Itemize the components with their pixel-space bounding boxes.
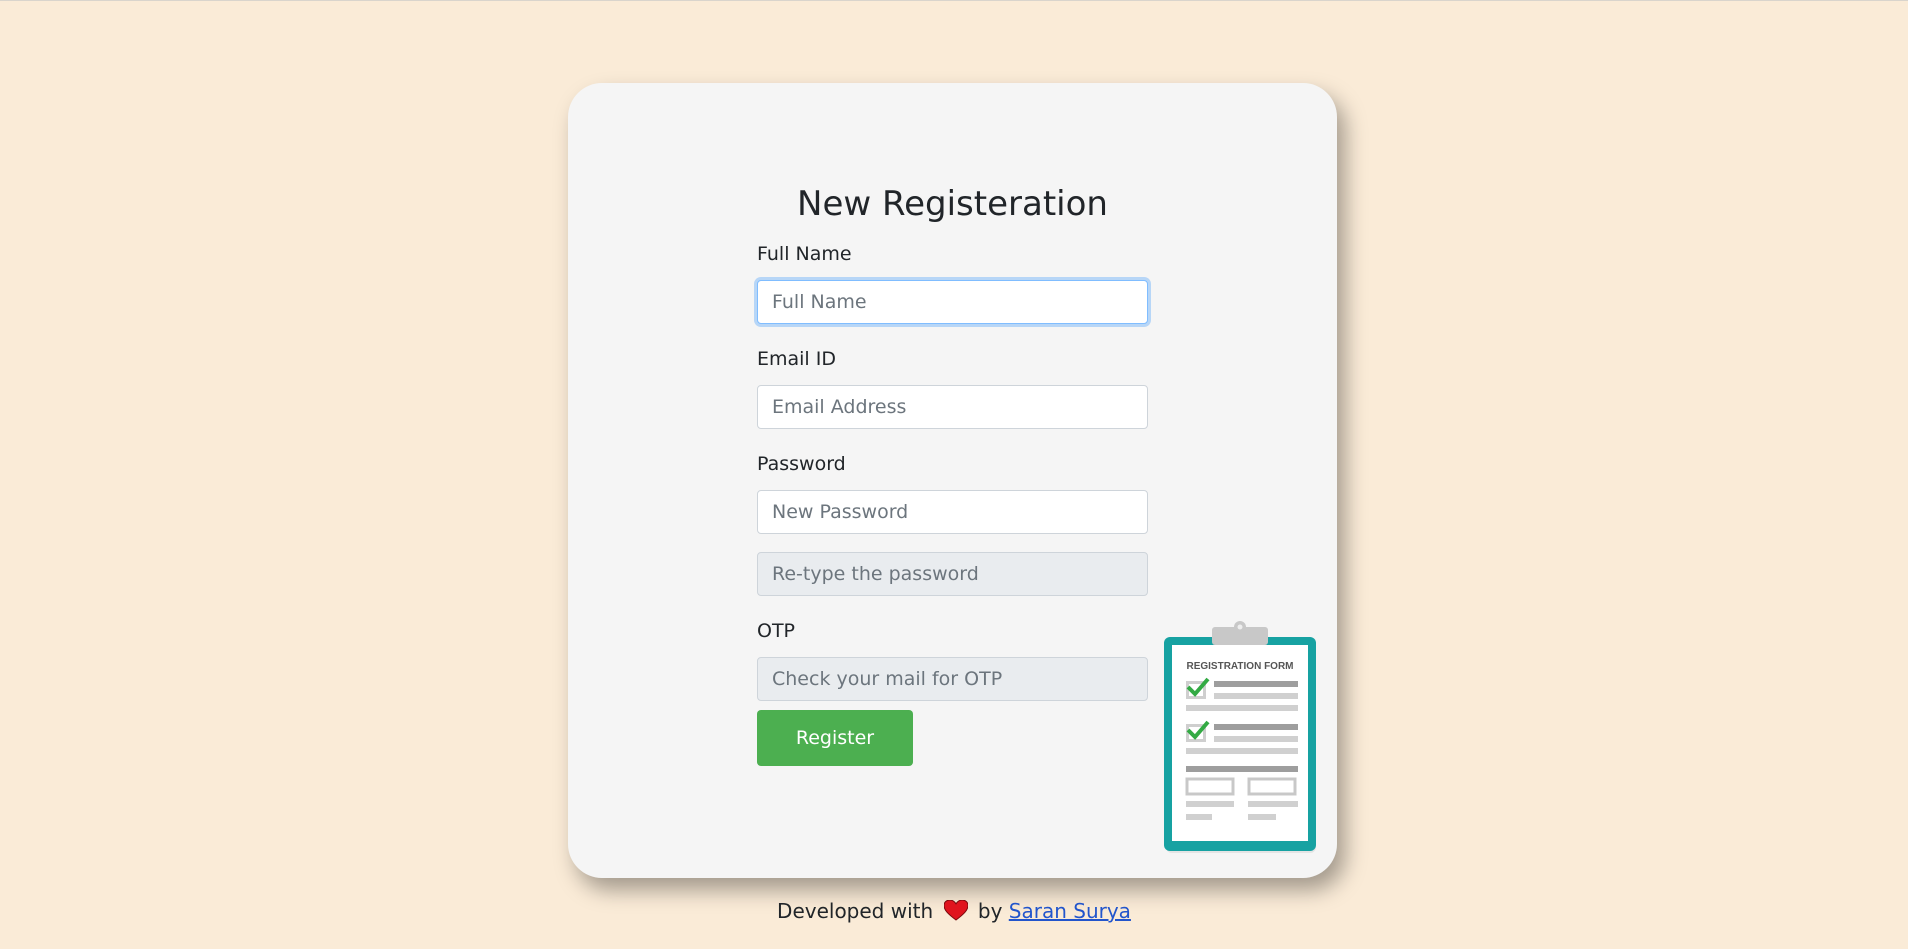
registration-form: New Registeration Full Name Email ID Pas… — [757, 173, 1148, 766]
email-input[interactable] — [757, 385, 1148, 429]
register-button[interactable]: Register — [757, 710, 913, 766]
otp-label: OTP — [757, 620, 796, 642]
full-name-label: Full Name — [757, 243, 852, 265]
email-label: Email ID — [757, 348, 836, 370]
illustration-title: REGISTRATION FORM — [1186, 661, 1293, 672]
registration-card: New Registeration Full Name Email ID Pas… — [568, 83, 1337, 878]
full-name-input[interactable] — [757, 280, 1148, 324]
new-password-input[interactable] — [757, 490, 1148, 534]
retype-password-input[interactable] — [757, 552, 1148, 596]
footer-by: by — [977, 899, 1003, 923]
clipboard-icon: REGISTRATION FORM — [1164, 621, 1316, 853]
password-label: Password — [757, 453, 846, 475]
footer: Developed with by Saran Surya — [0, 899, 1908, 923]
heart-icon — [943, 900, 968, 921]
footer-prefix: Developed with — [777, 899, 934, 923]
author-link[interactable]: Saran Surya — [1009, 899, 1131, 923]
otp-input[interactable] — [757, 657, 1148, 701]
page-title: New Registeration — [797, 184, 1108, 224]
